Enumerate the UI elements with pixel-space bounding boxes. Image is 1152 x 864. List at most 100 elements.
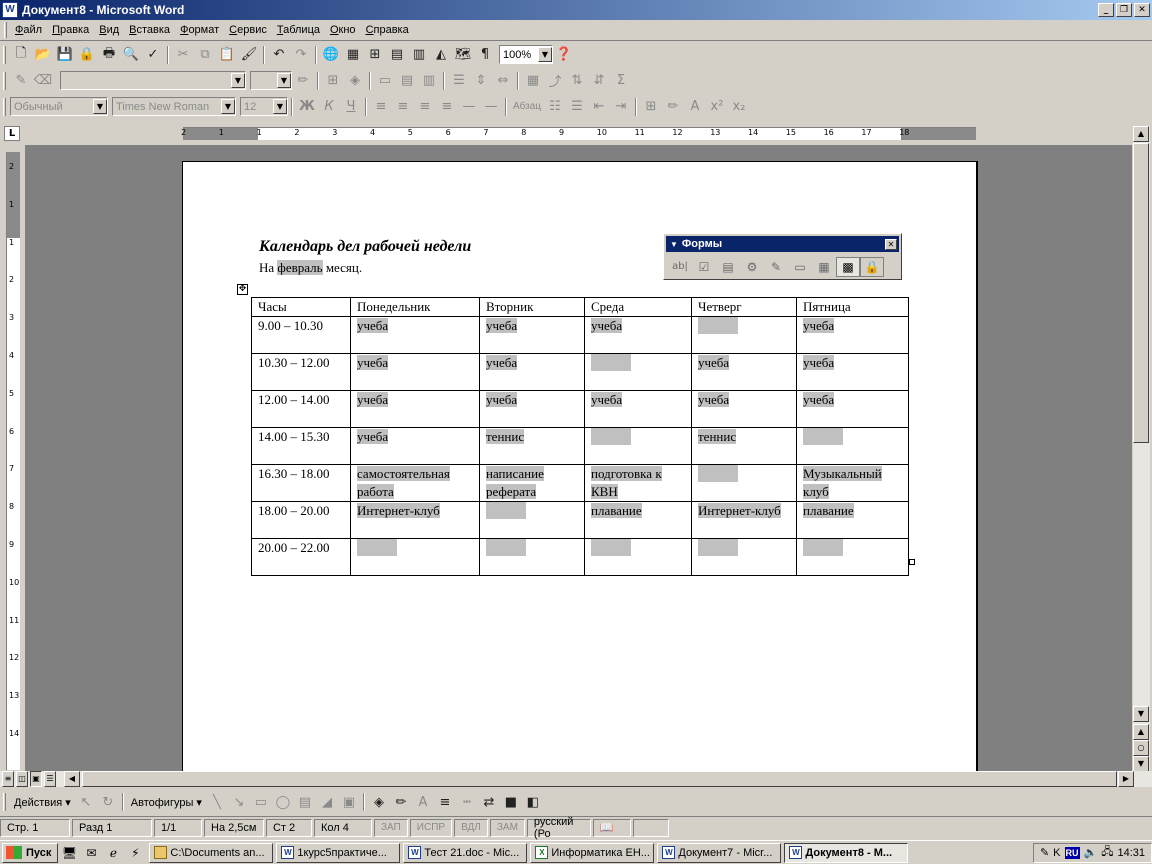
time-cell[interactable]: 20.00 – 22.00 (251, 538, 351, 576)
form-field[interactable]: учеба (591, 392, 623, 407)
text-box-icon[interactable]: ▤ (294, 792, 316, 813)
schedule-cell[interactable] (691, 538, 797, 576)
horizontal-scroll-thumb[interactable] (82, 771, 1117, 787)
web-view-icon[interactable]: ◫ (16, 771, 28, 787)
protect-form-icon[interactable]: 🔒 (860, 256, 884, 277)
select-objects-icon[interactable]: ↖ (75, 792, 97, 813)
eraser-icon[interactable]: ⌫ (32, 70, 54, 91)
menu-format[interactable]: Формат (175, 24, 224, 36)
schedule-cell[interactable]: Интернет-клуб (350, 501, 480, 539)
normal-view-icon[interactable]: ≡ (2, 771, 14, 787)
chevron-down-icon[interactable]: ▼ (231, 73, 245, 88)
clipart-icon[interactable]: ▣ (338, 792, 360, 813)
tables-borders-icon[interactable]: ▦ (342, 44, 364, 65)
table-move-handle-icon[interactable]: ✥ (237, 284, 248, 295)
schedule-cell[interactable]: учеба (796, 316, 909, 354)
permission-icon[interactable]: 🔒 (76, 44, 98, 65)
schedule-cell[interactable]: теннис (479, 427, 585, 465)
schedule-cell[interactable]: написание реферата (479, 464, 585, 502)
rectangle-icon[interactable]: ▭ (250, 792, 272, 813)
arrow-style-icon[interactable]: ⇄ (478, 792, 500, 813)
form-field[interactable]: учеба (803, 392, 835, 407)
hyperlink-icon[interactable]: 🌐 (320, 44, 342, 65)
chevron-down-icon[interactable]: ▼ (277, 73, 291, 88)
zoom-select[interactable]: 100% ▼ (499, 45, 553, 64)
dropdown-field-icon[interactable]: ▤ (716, 257, 740, 277)
tab-selector[interactable]: L (4, 126, 20, 141)
schedule-cell[interactable]: учеба (584, 390, 692, 428)
empty-form-field[interactable] (591, 428, 631, 445)
empty-form-field[interactable] (698, 317, 738, 334)
restore-button[interactable]: ❐ (1116, 3, 1132, 17)
horizontal-scrollbar[interactable]: ≡ ◫ ▣ ☰ ◀ ▶ (0, 771, 1152, 787)
align-icon[interactable]: ☰ (448, 70, 470, 91)
empty-form-field[interactable] (698, 539, 738, 556)
highlight-icon[interactable]: ✏ (662, 96, 684, 117)
time-cell[interactable]: 16.30 – 18.00 (251, 464, 351, 502)
bold-button[interactable]: Ж (296, 96, 318, 117)
empty-form-field[interactable] (486, 502, 526, 519)
menu-tools[interactable]: Сервис (224, 24, 272, 36)
oval-icon[interactable]: ◯ (272, 792, 294, 813)
scroll-up-icon[interactable]: ▲ (1133, 126, 1149, 142)
subscript-icon[interactable]: x₂ (728, 96, 750, 117)
distribute-rows-icon[interactable]: ⇕ (470, 70, 492, 91)
schedule-cell[interactable] (584, 353, 692, 391)
schedule-cell[interactable] (584, 427, 692, 465)
menu-view[interactable]: Вид (94, 24, 124, 36)
line-spacing-icon[interactable]: — (458, 96, 480, 117)
select-browse-object-icon[interactable]: ○ (1133, 740, 1149, 756)
form-field[interactable]: теннис (486, 429, 525, 444)
cut-icon[interactable]: ✂ (172, 44, 194, 65)
table-header-cell[interactable]: Четверг (691, 297, 797, 317)
line-color-icon[interactable]: ✏ (390, 792, 412, 813)
outline-view-icon[interactable]: ☰ (44, 771, 56, 787)
form-field[interactable]: учеба (486, 318, 518, 333)
volume-icon[interactable]: 🔈 (1084, 846, 1098, 859)
insert-table-icon[interactable]: ▦ (812, 257, 836, 277)
network-icon[interactable]: 🖧 (1101, 843, 1113, 862)
form-field[interactable]: учеба (803, 318, 835, 333)
schedule-cell[interactable]: учеба (350, 390, 480, 428)
schedule-cell[interactable]: Интернет-клуб (691, 501, 797, 539)
schedule-cell[interactable] (479, 501, 585, 539)
status-track-changes[interactable]: ИСПР (409, 818, 453, 837)
redo-icon[interactable]: ↷ (290, 44, 312, 65)
border-color-icon[interactable]: ✏ (292, 70, 314, 91)
previous-page-icon[interactable]: ▲ (1133, 724, 1149, 740)
scroll-right-icon[interactable]: ▶ (1118, 771, 1134, 787)
schedule-cell[interactable] (691, 464, 797, 502)
sort-ascending-icon[interactable]: ⇅ (566, 70, 588, 91)
insert-table-icon[interactable]: ⊞ (364, 44, 386, 65)
empty-form-field[interactable] (357, 539, 397, 556)
copy-icon[interactable]: ⧉ (194, 44, 216, 65)
empty-form-field[interactable] (803, 539, 843, 556)
free-rotate-icon[interactable]: ↻ (97, 792, 119, 813)
menu-help[interactable]: Справка (361, 24, 414, 36)
table-resize-handle[interactable] (909, 559, 915, 565)
form-field[interactable]: написание реферата (486, 466, 544, 499)
insert-table-icon[interactable]: ▭ (374, 70, 396, 91)
table-header-cell[interactable]: Среда (584, 297, 692, 317)
schedule-cell[interactable]: учеба (350, 427, 480, 465)
taskbar-button[interactable]: W 1курс5практиче... (276, 842, 401, 863)
horizontal-ruler[interactable]: 2 1 1 2 3 4 5 6 7 8 9 10 11 12 13 14 15 16 17 18 (181, 127, 976, 140)
time-cell[interactable]: 12.00 – 14.00 (251, 390, 351, 428)
schedule-cell[interactable]: учеба (691, 390, 797, 428)
start-button[interactable]: Пуск (2, 842, 59, 863)
menu-table[interactable]: Таблица (272, 24, 325, 36)
borders-icon[interactable]: ⊞ (640, 96, 662, 117)
table-header-cell[interactable]: Часы (251, 297, 351, 317)
distribute-cols-icon[interactable]: ⇔ (492, 70, 514, 91)
text-direction-icon[interactable]: ⤴ (544, 70, 566, 91)
schedule-cell[interactable] (584, 538, 692, 576)
fill-color-icon[interactable]: ◈ (368, 792, 390, 813)
line-style-icon[interactable]: ≡ (434, 792, 456, 813)
merge-cells-icon[interactable]: ▤ (396, 70, 418, 91)
vertical-ruler[interactable]: 2 1 1 2 3 4 5 6 7 8 9 10 11 12 13 14 (6, 152, 20, 770)
taskbar-button[interactable]: W Документ8 - М... (784, 842, 909, 863)
wordart-icon[interactable]: ◢ (316, 792, 338, 813)
time-cell[interactable]: 10.30 – 12.00 (251, 353, 351, 391)
spelling-icon[interactable]: ✓ (142, 44, 164, 65)
schedule-cell[interactable]: самостоятельная работа (350, 464, 480, 502)
